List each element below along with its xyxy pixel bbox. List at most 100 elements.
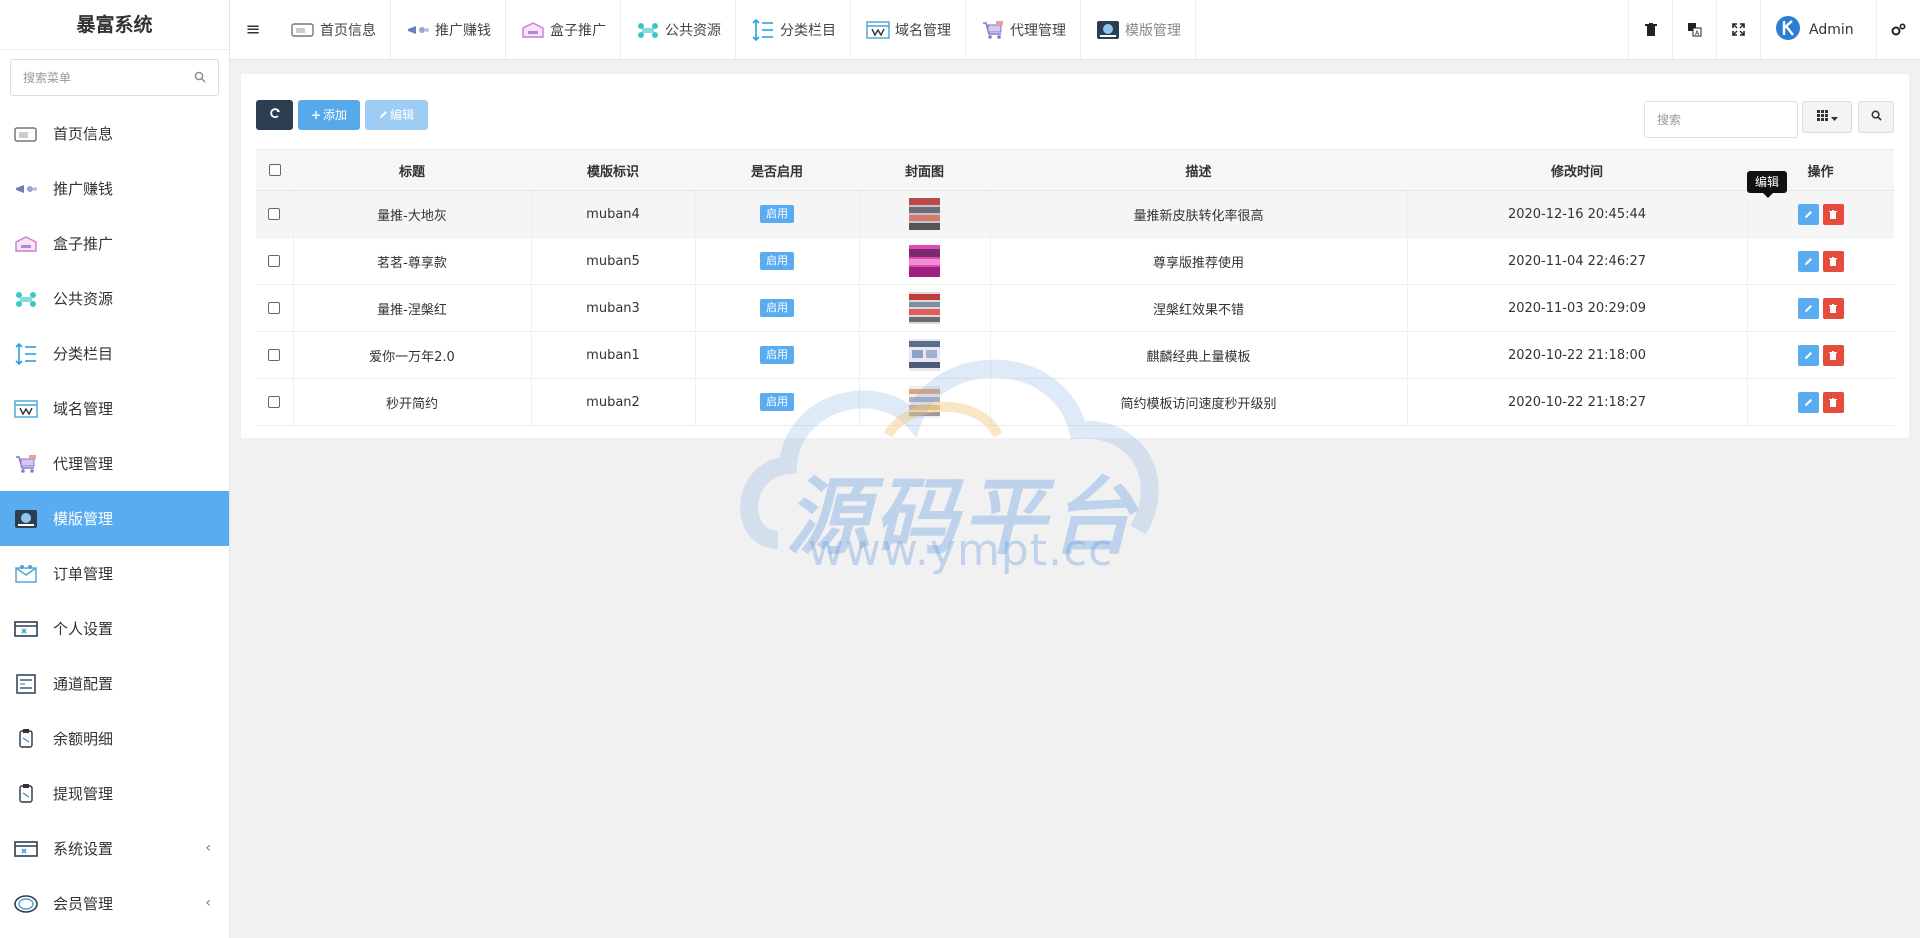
table-toolbar: + 添加 编辑 [256,100,433,130]
column-header[interactable]: 是否启用 [695,149,859,191]
topnav-item-home[interactable]: 首页信息 [276,0,391,59]
channel-icon [13,673,39,695]
cover-thumbnail[interactable] [909,386,940,418]
topnav-item-agent[interactable]: 代理管理 [966,0,1081,59]
status-badge[interactable]: 启用 [760,393,794,411]
sidebar-item-channel[interactable]: 通道配置 [0,656,229,711]
menu-search-box[interactable] [10,59,219,96]
row-delete-button[interactable] [1822,344,1844,366]
topnav-label: 推广赚钱 [435,22,491,39]
status-badge[interactable]: 启用 [760,252,794,270]
user-menu[interactable]: Admin [1760,0,1876,59]
sidebar-item-domain[interactable]: 域名管理 [0,381,229,436]
topnav-item-resource[interactable]: 公共资源 [621,0,736,59]
row-edit-button[interactable] [1797,250,1819,272]
topnav-item-box[interactable]: 盒子推广 [506,0,621,59]
search-button[interactable] [1858,101,1894,133]
table-search-input[interactable] [1645,102,1797,137]
desc-cell: 尊享版推荐使用 [989,237,1407,285]
top-nav: 首页信息 推广赚钱 盒子推广 公共资源 分类栏目 域名管理 代理管理 模版管理 [276,0,1196,59]
translate-icon[interactable]: A [1672,0,1716,59]
sidebar-item-member[interactable]: 会员管理 ‹ [0,876,229,931]
topnav-item-category[interactable]: 分类栏目 [736,0,851,59]
topnav-item-domain[interactable]: 域名管理 [851,0,966,59]
sidebar-item-agent[interactable]: 代理管理 [0,436,229,491]
sidebar-item-balance[interactable]: 余额明细 [0,711,229,766]
row-delete-button[interactable] [1822,250,1844,272]
template-icon [13,508,39,530]
edit-button[interactable]: 编辑 [365,100,428,130]
sidebar-item-system[interactable]: 系统设置 ‹ [0,821,229,876]
row-select-cell [256,284,293,332]
sidebar-item-withdraw[interactable]: 提现管理 [0,766,229,821]
column-header[interactable]: 描述 [990,149,1407,191]
clear-cache-icon[interactable] [1628,0,1672,59]
sidebar-item-category[interactable]: 分类栏目 [0,326,229,381]
refresh-button[interactable] [256,100,293,130]
sidebar-item-template[interactable]: 模版管理 [0,491,229,546]
menu-toggle-icon[interactable]: ≡ [230,0,276,59]
settings-gear-icon[interactable] [1876,0,1920,59]
column-header[interactable]: 标题 [293,149,531,191]
status-badge[interactable]: 启用 [760,299,794,317]
cover-thumbnail[interactable] [909,339,940,371]
row-checkbox[interactable] [268,302,281,314]
status-badge[interactable]: 启用 [760,346,794,364]
table-row[interactable]: 秒开简约 muban2 启用 简约模板访问速度秒开级别 2020-10-22 2… [256,378,1894,426]
table-tools [1644,101,1894,138]
box-icon [13,233,39,255]
sidebar-item-profile[interactable]: 个人设置 [0,601,229,656]
row-delete-button[interactable] [1822,297,1844,319]
cover-thumbnail[interactable] [909,292,940,324]
status-cell: 启用 [694,378,859,426]
row-edit-button[interactable] [1797,203,1819,225]
menu-search-input[interactable] [11,60,218,95]
row-delete-button[interactable] [1822,203,1844,225]
table-header-row: 标题 模版标识 是否启用 封面图 描述 修改时间 操作 [256,149,1894,191]
row-checkbox[interactable] [268,396,281,408]
sidebar-item-resource[interactable]: 公共资源 [0,271,229,326]
column-header[interactable]: 修改时间 [1407,149,1747,191]
watermark-url: www.ympt.cc [808,525,1114,576]
row-checkbox[interactable] [268,349,281,361]
topnav-item-promote[interactable]: 推广赚钱 [391,0,506,59]
sidebar-item-promote[interactable]: 推广赚钱 [0,161,229,216]
row-edit-button[interactable] [1797,297,1819,319]
watermark-text: 源码平台 [786,468,1139,566]
table-row[interactable]: 茗茗-尊享款 muban5 启用 尊享版推荐使用 2020-11-04 22:4… [256,237,1894,285]
column-header[interactable]: 模版标识 [531,149,695,191]
search-icon [1871,110,1882,125]
sidebar-item-label: 公共资源 [53,290,114,308]
row-checkbox[interactable] [268,255,281,267]
fullscreen-icon[interactable] [1716,0,1760,59]
add-button[interactable]: + 添加 [298,100,360,130]
table-row[interactable]: 量推-大地灰 muban4 启用 量推新皮肤转化率很高 2020-12-16 2… [256,190,1894,238]
chevron-left-icon: ‹ [205,840,211,856]
sidebar-item-order[interactable]: 订单管理 [0,546,229,601]
home-info-icon [290,19,316,41]
sidebar-item-home[interactable]: 首页信息 [0,106,229,161]
cover-thumbnail[interactable] [909,245,940,277]
refresh-icon [269,100,281,130]
row-checkbox[interactable] [268,208,281,220]
topnav-item-template[interactable]: 模版管理 [1081,0,1196,59]
select-all-checkbox[interactable] [268,164,281,176]
withdraw-icon [13,783,39,805]
table-row[interactable]: 量推-涅槃红 muban3 启用 涅槃红效果不错 2020-11-03 20:2… [256,284,1894,332]
row-edit-button[interactable] [1797,344,1819,366]
column-header[interactable]: 封面图 [859,149,990,191]
row-edit-button[interactable] [1797,391,1819,413]
cover-thumbnail[interactable] [909,198,940,230]
promote-icon [405,19,431,41]
cover-cell [858,331,990,379]
columns-toggle-button[interactable] [1802,101,1852,133]
desc-cell: 麒麟经典上量模板 [989,331,1407,379]
status-badge[interactable]: 启用 [760,205,794,223]
sidebar-item-box[interactable]: 盒子推广 [0,216,229,271]
topnav-label: 公共资源 [665,22,721,39]
table-row[interactable]: 爱你一万年2.0 muban1 启用 麒麟经典上量模板 2020-10-22 2… [256,331,1894,379]
edit-button-label: 编辑 [389,108,414,122]
table-search-box[interactable] [1644,101,1798,138]
row-delete-button[interactable] [1822,391,1844,413]
time-cell: 2020-12-16 20:45:44 [1406,190,1747,238]
